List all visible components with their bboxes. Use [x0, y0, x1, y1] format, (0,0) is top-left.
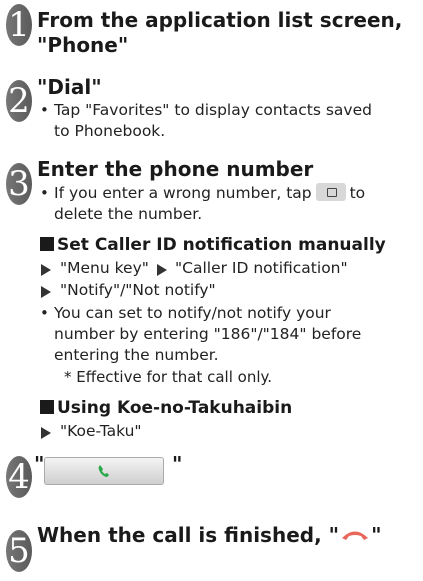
step-1-title-line1: From the application list screen, [37, 8, 403, 32]
triangle-arrow-icon [157, 264, 167, 276]
step-5-title: When the call is finished, " " [37, 523, 381, 548]
delete-key-icon [315, 183, 346, 201]
caller-id-note-line1: You can set to notify/not notify your [54, 304, 331, 322]
bullet-dot: • [40, 101, 49, 119]
call-button [44, 457, 164, 485]
step-3-note-line2: delete the number. [54, 205, 203, 223]
koe-heading: Using Koe-no-Takuhaibin [40, 397, 292, 419]
step-4-quote-open: " [34, 452, 45, 476]
triangle-arrow-icon [41, 427, 51, 439]
step-3-note-line1: If you enter a wrong number, tap to [54, 183, 365, 204]
triangle-arrow-icon [41, 264, 51, 276]
caller-id-line1-a: "Menu key" [60, 259, 149, 277]
step-number-5: 5 [6, 530, 32, 572]
step-2-title: "Dial" [37, 75, 102, 99]
step-5-title-end: " [371, 523, 382, 547]
bullet-dot: • [40, 304, 49, 322]
step-5-title-text: When the call is finished, " [37, 523, 340, 547]
step-1-title-line2: "Phone" [37, 33, 129, 57]
square-marker-icon [40, 237, 54, 251]
bullet-dot: • [40, 184, 49, 202]
caller-id-heading: Set Caller ID notification manually [40, 234, 386, 256]
caller-id-heading-text: Set Caller ID notification manually [57, 235, 386, 255]
step-number-1: 1 [6, 4, 32, 46]
step-number-4: 4 [6, 456, 32, 498]
step-2-note-line1: Tap "Favorites" to display contacts save… [54, 101, 372, 119]
caller-id-note-line2: number by entering "186"/"184" before [54, 325, 362, 343]
koe-heading-text: Using Koe-no-Takuhaibin [57, 398, 293, 418]
step-number-3: 3 [6, 163, 32, 205]
end-call-icon [342, 531, 369, 540]
caller-id-line1-b: "Caller ID notification" [175, 259, 348, 277]
step-3-title: Enter the phone number [37, 157, 314, 181]
step-1-title: From the application list screen, "Phone… [37, 8, 402, 58]
step-number-2: 2 [6, 80, 32, 122]
step-3-note-text-b: to [349, 184, 366, 202]
koe-line1: "Koe-Taku" [60, 422, 142, 440]
square-marker-icon [40, 400, 54, 414]
step-3-note-text-a: If you enter a wrong number, tap [54, 184, 312, 202]
caller-id-line2: "Notify"/"Not notify" [60, 281, 216, 299]
caller-id-asterisk-note: * Effective for that call only. [64, 368, 273, 386]
caller-id-note-line3: entering the number. [54, 346, 219, 364]
step-4-quote-close: " [172, 452, 183, 476]
triangle-arrow-icon [41, 286, 51, 298]
phone-call-icon [98, 465, 109, 477]
step-2-note-line2: to Phonebook. [54, 122, 166, 140]
